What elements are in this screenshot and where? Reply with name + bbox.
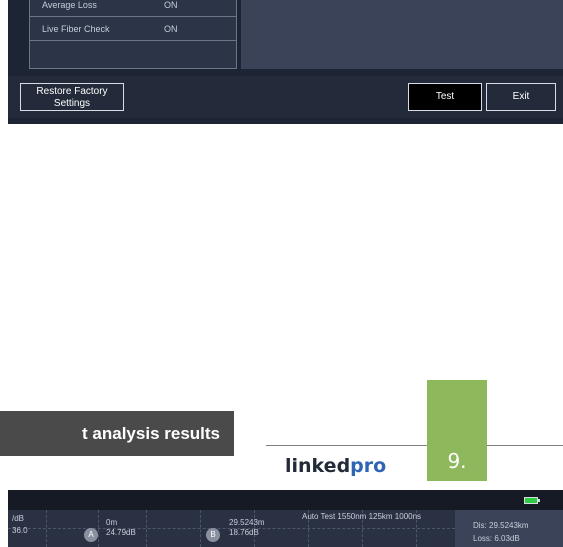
setting-label: Average Loss xyxy=(42,0,97,10)
graph-panel xyxy=(241,0,563,69)
result-distance: Dis: 29.5243km xyxy=(473,521,529,530)
page-number: 9. xyxy=(447,449,467,473)
device-toolbar: Restore Factory Settings Test Exit xyxy=(8,76,563,118)
marker-a-distance: 0m xyxy=(106,518,118,527)
result-loss: Loss: 6.03dB xyxy=(473,534,520,543)
test-button[interactable]: Test xyxy=(408,83,482,111)
setting-value: ON xyxy=(164,24,178,34)
exit-button[interactable]: Exit xyxy=(486,83,556,111)
setting-row-average-loss[interactable]: Average Loss ON xyxy=(30,0,236,17)
y-axis-unit: /dB xyxy=(12,514,25,523)
logo-part1: linked xyxy=(285,455,351,477)
grid-line xyxy=(46,510,47,547)
y-axis-value: 36.0 xyxy=(12,526,28,535)
restore-label-line2: Settings xyxy=(53,98,91,109)
logo-part2: pro xyxy=(350,455,387,477)
result-info-box: Dis: 29.5243km Loss: 6.03dB xyxy=(455,510,563,547)
battery-tip xyxy=(538,499,540,502)
section-heading-text: t analysis results xyxy=(82,424,220,443)
marker-b-icon[interactable]: B xyxy=(206,528,220,542)
battery-icon xyxy=(524,497,538,504)
section-heading: t analysis results xyxy=(0,411,234,456)
otdr-trace-area[interactable]: /dB 36.0 A 0m 24.79dB B 29.5243m 18.76dB… xyxy=(8,510,455,547)
restore-label-line1: Restore Factory xyxy=(36,86,108,97)
grid-line xyxy=(146,510,147,547)
test-info: Auto Test 1550nm 125km 1000ns xyxy=(302,512,422,521)
footer-rule xyxy=(266,445,563,446)
setting-value: ON xyxy=(164,0,178,10)
marker-a-icon[interactable]: A xyxy=(84,528,98,542)
device-screen-bottom: /dB 36.0 A 0m 24.79dB B 29.5243m 18.76dB… xyxy=(8,490,563,547)
setting-row-live-fiber-check[interactable]: Live Fiber Check ON xyxy=(30,17,236,41)
marker-b-distance: 29.5243m xyxy=(229,518,265,527)
page-number-block: 9. xyxy=(427,380,487,481)
marker-b-loss: 18.76dB xyxy=(229,528,259,537)
restore-factory-settings-button[interactable]: Restore Factory Settings xyxy=(20,83,124,111)
grid-line xyxy=(200,510,201,547)
setting-label: Live Fiber Check xyxy=(42,24,110,34)
status-bar xyxy=(8,490,563,510)
grid-line xyxy=(98,510,99,547)
company-logo: linkedpro xyxy=(285,455,386,479)
settings-panel: Average Loss ON Live Fiber Check ON xyxy=(29,0,237,69)
marker-a-loss: 24.79dB xyxy=(106,528,136,537)
